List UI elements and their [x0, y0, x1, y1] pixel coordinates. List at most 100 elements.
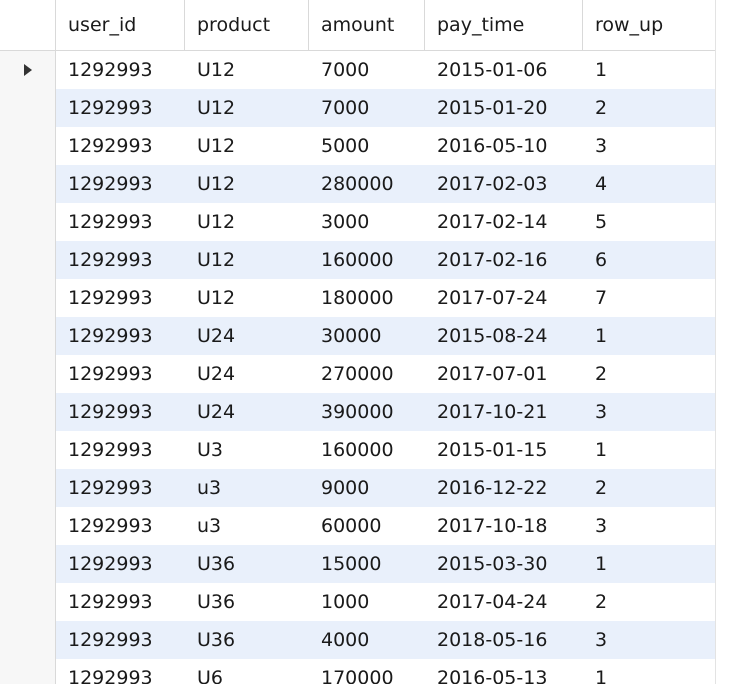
row-selector[interactable] — [0, 317, 56, 355]
table-row[interactable]: 1292993 U12 160000 2017-02-16 6 — [0, 241, 715, 279]
cell-product[interactable]: U12 — [185, 127, 309, 165]
cell-amount[interactable]: 9000 — [309, 469, 425, 507]
table-row[interactable]: 1292993 U12 5000 2016-05-10 3 — [0, 127, 715, 165]
table-row[interactable]: 1292993 U12 280000 2017-02-03 4 — [0, 165, 715, 203]
row-selector[interactable] — [0, 165, 56, 203]
cell-amount[interactable]: 1000 — [309, 583, 425, 621]
table-row[interactable]: 1292993 u3 60000 2017-10-18 3 — [0, 507, 715, 545]
table-row[interactable]: 1292993 U12 7000 2015-01-06 1 — [0, 51, 715, 89]
row-selector[interactable] — [0, 659, 56, 684]
cell-user-id[interactable]: 1292993 — [56, 431, 185, 469]
cell-pay-time[interactable]: 2015-03-30 — [425, 545, 583, 583]
cell-row-up[interactable]: 6 — [583, 241, 715, 279]
table-row[interactable]: 1292993 U3 160000 2015-01-15 1 — [0, 431, 715, 469]
cell-product[interactable]: U12 — [185, 203, 309, 241]
row-selector[interactable] — [0, 89, 56, 127]
cell-pay-time[interactable]: 2017-02-03 — [425, 165, 583, 203]
result-grid[interactable]: user_id product amount pay_time row_up 1… — [0, 0, 729, 684]
cell-user-id[interactable]: 1292993 — [56, 545, 185, 583]
cell-user-id[interactable]: 1292993 — [56, 659, 185, 684]
row-selector[interactable] — [0, 583, 56, 621]
row-selector[interactable] — [0, 279, 56, 317]
cell-amount[interactable]: 180000 — [309, 279, 425, 317]
cell-row-up[interactable]: 5 — [583, 203, 715, 241]
cell-amount[interactable]: 5000 — [309, 127, 425, 165]
table-row[interactable]: 1292993 U24 390000 2017-10-21 3 — [0, 393, 715, 431]
cell-user-id[interactable]: 1292993 — [56, 469, 185, 507]
cell-user-id[interactable]: 1292993 — [56, 203, 185, 241]
cell-user-id[interactable]: 1292993 — [56, 89, 185, 127]
column-header-amount[interactable]: amount — [309, 0, 425, 50]
cell-pay-time[interactable]: 2015-01-15 — [425, 431, 583, 469]
cell-row-up[interactable]: 3 — [583, 393, 715, 431]
cell-user-id[interactable]: 1292993 — [56, 165, 185, 203]
cell-pay-time[interactable]: 2017-07-24 — [425, 279, 583, 317]
cell-row-up[interactable]: 2 — [583, 583, 715, 621]
cell-pay-time[interactable]: 2016-05-13 — [425, 659, 583, 684]
table-row[interactable]: 1292993 u3 9000 2016-12-22 2 — [0, 469, 715, 507]
row-selector[interactable] — [0, 545, 56, 583]
cell-product[interactable]: U24 — [185, 393, 309, 431]
cell-row-up[interactable]: 1 — [583, 51, 715, 89]
column-header-row-up[interactable]: row_up — [583, 0, 715, 50]
column-header-product[interactable]: product — [185, 0, 309, 50]
row-selector[interactable] — [0, 127, 56, 165]
cell-row-up[interactable]: 1 — [583, 659, 715, 684]
column-header-user-id[interactable]: user_id — [56, 0, 185, 50]
row-selector[interactable] — [0, 241, 56, 279]
cell-amount[interactable]: 270000 — [309, 355, 425, 393]
table-row[interactable]: 1292993 U36 4000 2018-05-16 3 — [0, 621, 715, 659]
cell-product[interactable]: U36 — [185, 545, 309, 583]
cell-user-id[interactable]: 1292993 — [56, 127, 185, 165]
cell-amount[interactable]: 30000 — [309, 317, 425, 355]
column-header-pay-time[interactable]: pay_time — [425, 0, 583, 50]
row-selector[interactable] — [0, 203, 56, 241]
cell-pay-time[interactable]: 2016-05-10 — [425, 127, 583, 165]
cell-amount[interactable]: 7000 — [309, 89, 425, 127]
cell-amount[interactable]: 160000 — [309, 241, 425, 279]
cell-row-up[interactable]: 2 — [583, 469, 715, 507]
cell-amount[interactable]: 3000 — [309, 203, 425, 241]
cell-amount[interactable]: 7000 — [309, 51, 425, 89]
table-row[interactable]: 1292993 U12 7000 2015-01-20 2 — [0, 89, 715, 127]
cell-row-up[interactable]: 2 — [583, 89, 715, 127]
cell-pay-time[interactable]: 2015-01-06 — [425, 51, 583, 89]
cell-pay-time[interactable]: 2017-04-24 — [425, 583, 583, 621]
cell-product[interactable]: U12 — [185, 241, 309, 279]
row-selector[interactable] — [0, 393, 56, 431]
table-row[interactable]: 1292993 U24 270000 2017-07-01 2 — [0, 355, 715, 393]
cell-row-up[interactable]: 1 — [583, 545, 715, 583]
cell-product[interactable]: U36 — [185, 583, 309, 621]
table-row[interactable]: 1292993 U36 15000 2015-03-30 1 — [0, 545, 715, 583]
cell-product[interactable]: U24 — [185, 317, 309, 355]
cell-product[interactable]: U3 — [185, 431, 309, 469]
cell-row-up[interactable]: 3 — [583, 507, 715, 545]
cell-pay-time[interactable]: 2015-01-20 — [425, 89, 583, 127]
cell-user-id[interactable]: 1292993 — [56, 241, 185, 279]
cell-pay-time[interactable]: 2017-02-14 — [425, 203, 583, 241]
cell-amount[interactable]: 160000 — [309, 431, 425, 469]
cell-amount[interactable]: 170000 — [309, 659, 425, 684]
cell-row-up[interactable]: 3 — [583, 621, 715, 659]
cell-pay-time[interactable]: 2018-05-16 — [425, 621, 583, 659]
row-selector[interactable] — [0, 469, 56, 507]
cell-row-up[interactable]: 2 — [583, 355, 715, 393]
cell-pay-time[interactable]: 2017-10-21 — [425, 393, 583, 431]
cell-product[interactable]: U24 — [185, 355, 309, 393]
cell-amount[interactable]: 60000 — [309, 507, 425, 545]
cell-user-id[interactable]: 1292993 — [56, 583, 185, 621]
cell-user-id[interactable]: 1292993 — [56, 355, 185, 393]
row-selector[interactable] — [0, 507, 56, 545]
cell-row-up[interactable]: 1 — [583, 431, 715, 469]
cell-pay-time[interactable]: 2017-02-16 — [425, 241, 583, 279]
row-selector[interactable] — [0, 431, 56, 469]
cell-product[interactable]: U12 — [185, 89, 309, 127]
cell-pay-time[interactable]: 2017-10-18 — [425, 507, 583, 545]
cell-row-up[interactable]: 3 — [583, 127, 715, 165]
cell-amount[interactable]: 280000 — [309, 165, 425, 203]
row-selector[interactable] — [0, 355, 56, 393]
table-row[interactable]: 1292993 U24 30000 2015-08-24 1 — [0, 317, 715, 355]
cell-user-id[interactable]: 1292993 — [56, 507, 185, 545]
cell-pay-time[interactable]: 2015-08-24 — [425, 317, 583, 355]
cell-product[interactable]: U36 — [185, 621, 309, 659]
